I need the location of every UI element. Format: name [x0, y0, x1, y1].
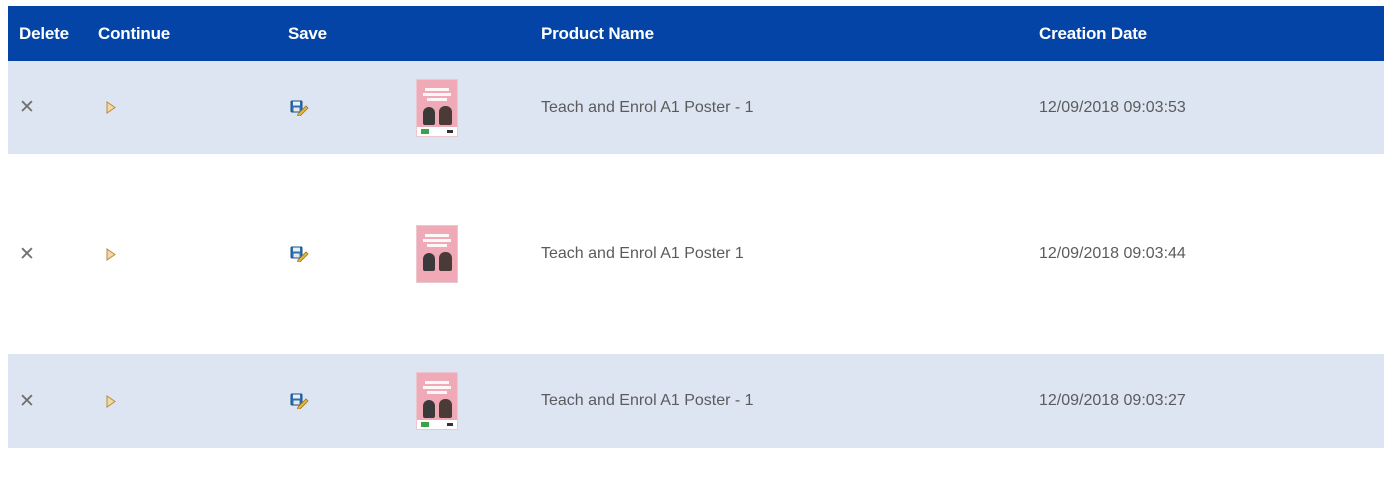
- close-icon[interactable]: ✕: [19, 245, 35, 264]
- product-name: Teach and Enrol A1 Poster - 1: [541, 98, 754, 116]
- save-edit-icon[interactable]: [290, 246, 309, 262]
- continue-button[interactable]: [106, 61, 116, 154]
- header-creation-date: Creation Date: [1039, 24, 1147, 43]
- delete-button[interactable]: ✕: [19, 354, 35, 448]
- creation-date: 12/09/2018 09:03:53: [1039, 98, 1186, 116]
- poster-thumbnail[interactable]: [416, 354, 458, 448]
- continue-button[interactable]: [106, 354, 116, 448]
- thumbnail-image[interactable]: [416, 372, 458, 430]
- table-row: ✕ Teach and Enrol A1: [8, 61, 1384, 154]
- table-row: ✕ Teach and Enrol A1: [8, 354, 1384, 448]
- thumbnail-image[interactable]: [416, 225, 458, 283]
- save-edit-icon[interactable]: [290, 393, 309, 409]
- table-row: ✕ Teach and Enrol A1: [8, 154, 1384, 354]
- play-icon[interactable]: [106, 247, 116, 261]
- save-edit-icon[interactable]: [290, 100, 309, 116]
- table-row-empty: [8, 448, 1384, 496]
- product-name: Teach and Enrol A1 Poster - 1: [541, 392, 754, 409]
- header-product-name: Product Name: [541, 24, 654, 43]
- delete-button[interactable]: ✕: [19, 61, 35, 154]
- creation-date: 12/09/2018 09:03:27: [1039, 392, 1186, 409]
- header-save: Save: [288, 24, 327, 43]
- creation-date: 12/09/2018 09:03:44: [1039, 245, 1186, 262]
- table-header: Delete Continue Save Product Name Creati…: [8, 6, 1384, 61]
- saved-products-grid: Delete Continue Save Product Name Creati…: [0, 0, 1390, 496]
- delete-button[interactable]: ✕: [19, 154, 35, 354]
- header-delete: Delete: [19, 24, 69, 43]
- save-button[interactable]: [290, 154, 309, 354]
- poster-thumbnail[interactable]: [416, 61, 458, 154]
- continue-button[interactable]: [106, 154, 116, 354]
- product-name: Teach and Enrol A1 Poster 1: [541, 245, 744, 262]
- play-icon[interactable]: [106, 394, 116, 408]
- play-icon[interactable]: [106, 101, 116, 114]
- save-button[interactable]: [290, 61, 309, 154]
- close-icon[interactable]: ✕: [19, 392, 35, 411]
- close-icon[interactable]: ✕: [19, 98, 35, 117]
- header-continue: Continue: [98, 24, 171, 43]
- poster-thumbnail[interactable]: [416, 154, 458, 354]
- thumbnail-image[interactable]: [416, 78, 458, 137]
- save-button[interactable]: [290, 354, 309, 448]
